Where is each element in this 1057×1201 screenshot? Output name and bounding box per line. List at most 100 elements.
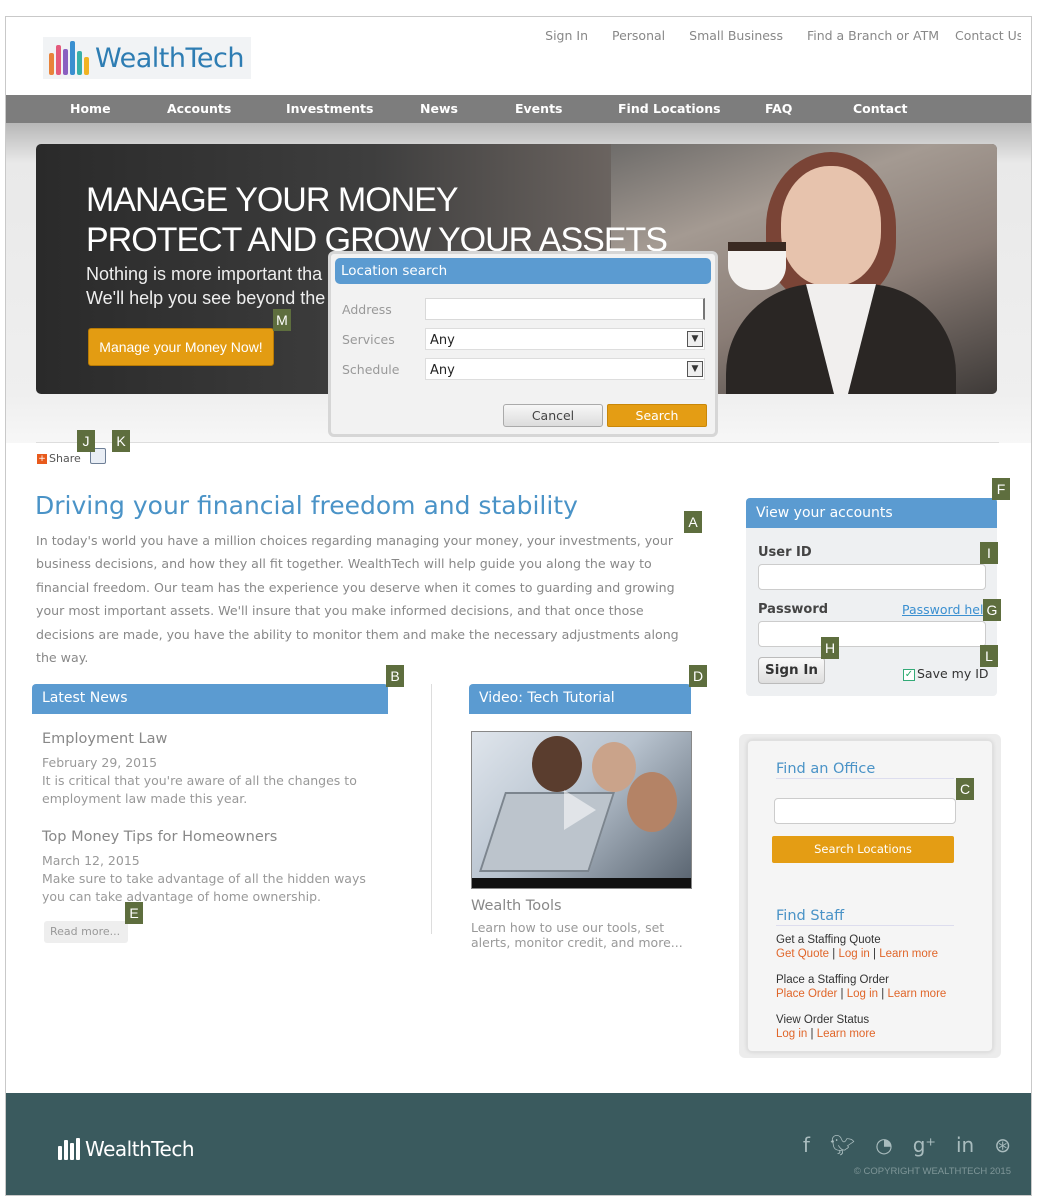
- social-links: f 🐦︎ ◔ g⁺ in ⊛: [803, 1133, 1011, 1157]
- services-value: Any: [430, 333, 455, 348]
- chevron-down-icon[interactable]: ▼: [687, 361, 703, 377]
- video-controls[interactable]: [472, 878, 691, 888]
- location-search-dialog: Location search Address Services Any ▼ S…: [328, 251, 718, 437]
- marker-k: K: [112, 430, 130, 452]
- search-button[interactable]: Search: [607, 404, 707, 427]
- services-select[interactable]: Any ▼: [425, 328, 705, 350]
- cancel-button[interactable]: Cancel: [503, 404, 603, 427]
- schedule-value: Any: [430, 363, 455, 378]
- twitter-icon[interactable]: 🐦︎: [830, 1133, 855, 1157]
- staff-group-links-3: Log in | Learn more: [776, 1028, 876, 1040]
- top-links: Sign In Personal Small Business Find a B…: [521, 28, 1021, 43]
- nav-item-contact[interactable]: Contact: [853, 101, 907, 116]
- linkedin-icon[interactable]: in: [956, 1133, 974, 1157]
- log-in-link[interactable]: Log in: [838, 948, 869, 960]
- nav-item-faq[interactable]: FAQ: [765, 101, 792, 116]
- video-title[interactable]: Wealth Tools: [471, 898, 562, 914]
- log-in-link[interactable]: Log in: [776, 1028, 807, 1040]
- marker-l: L: [980, 645, 998, 667]
- play-icon[interactable]: [564, 790, 596, 830]
- top-link-small-business[interactable]: Small Business: [689, 28, 783, 43]
- save-id-checkbox[interactable]: ✓: [903, 669, 915, 681]
- marker-e: E: [125, 902, 143, 924]
- column-divider: [431, 684, 432, 934]
- hero-subtext-line-1: Nothing is more important tha: [86, 264, 323, 284]
- nav-item-accounts[interactable]: Accounts: [167, 101, 231, 116]
- divider: [36, 442, 999, 443]
- chevron-down-icon[interactable]: ▼: [687, 331, 703, 347]
- news-title-1[interactable]: Employment Law: [42, 731, 167, 747]
- marker-i: I: [980, 542, 998, 564]
- password-label: Password: [758, 602, 829, 617]
- nav-item-news[interactable]: News: [420, 101, 458, 116]
- video-thumb-person-1: [532, 736, 582, 792]
- marker-a: A: [684, 511, 702, 533]
- learn-more-link[interactable]: Learn more: [879, 948, 938, 960]
- learn-more-link[interactable]: Learn more: [817, 1028, 876, 1040]
- services-label: Services: [342, 332, 395, 347]
- site-logo[interactable]: WealthTech: [43, 37, 251, 79]
- learn-more-link[interactable]: Learn more: [887, 988, 946, 1000]
- office-search-input[interactable]: [774, 798, 956, 824]
- intro-paragraph: In today's world you have a million choi…: [36, 533, 679, 666]
- top-link-contact[interactable]: Contact Us: [955, 28, 1021, 43]
- hero-photo-face: [781, 166, 881, 286]
- marker-b: B: [386, 665, 404, 687]
- video-player[interactable]: [471, 731, 692, 889]
- nav-item-investments[interactable]: Investments: [286, 101, 373, 116]
- manage-money-button[interactable]: Manage your Money Now!: [88, 328, 274, 366]
- logo-bars-icon: [49, 41, 89, 75]
- latest-news-header: Latest News: [32, 684, 388, 714]
- log-in-link[interactable]: Log in: [847, 988, 878, 1000]
- nav-item-find-locations[interactable]: Find Locations: [618, 101, 721, 116]
- schedule-select[interactable]: Any ▼: [425, 358, 705, 380]
- share-plus-icon: +: [37, 453, 47, 464]
- sign-in-button[interactable]: Sign In: [758, 657, 825, 684]
- news-date-1: February 29, 2015: [42, 755, 158, 770]
- news-text-1: It is critical that you're aware of all …: [42, 773, 357, 806]
- footer-logo-text: WealthTech: [85, 1137, 195, 1161]
- top-link-sign-in[interactable]: Sign In: [545, 28, 588, 43]
- nav-item-home[interactable]: Home: [70, 101, 111, 116]
- facebook-icon[interactable]: f: [803, 1133, 810, 1157]
- hero-headline: MANAGE YOUR MONEY PROTECT AND GROW YOUR …: [86, 180, 668, 260]
- user-id-field[interactable]: [758, 564, 986, 590]
- nav-item-events[interactable]: Events: [515, 101, 562, 116]
- marker-c: C: [956, 778, 974, 800]
- password-field[interactable]: [758, 621, 986, 647]
- page-frame: WealthTech Sign In Personal Small Busine…: [5, 16, 1032, 1196]
- copyright: © COPYRIGHT WEALTHTECH 2015: [853, 1166, 1011, 1177]
- password-help-link[interactable]: Password help: [902, 602, 987, 617]
- staff-group-title-1: Get a Staffing Quote: [776, 934, 881, 946]
- main-nav: Home Accounts Investments News Events Fi…: [6, 95, 1031, 123]
- place-order-link[interactable]: Place Order: [776, 988, 837, 1000]
- marker-j: J: [77, 430, 95, 452]
- get-quote-link[interactable]: Get Quote: [776, 948, 829, 960]
- find-staff-title: Find Staff: [776, 908, 954, 926]
- share-label: Share: [49, 452, 81, 465]
- dribbble-icon[interactable]: ⊛: [994, 1133, 1011, 1157]
- google-plus-icon[interactable]: g⁺: [913, 1133, 936, 1157]
- share-button[interactable]: + Share: [37, 452, 81, 465]
- marker-f: F: [992, 478, 1010, 500]
- news-date-2: March 12, 2015: [42, 853, 140, 868]
- top-link-personal[interactable]: Personal: [612, 28, 665, 43]
- read-more-button[interactable]: Read more...: [44, 921, 128, 943]
- top-link-find-branch[interactable]: Find a Branch or ATM: [807, 28, 939, 43]
- rss-icon[interactable]: ◔: [875, 1133, 892, 1157]
- staff-group-title-3: View Order Status: [776, 1014, 870, 1026]
- staff-group-links-2: Place Order | Log in | Learn more: [776, 988, 947, 1000]
- marker-m: M: [273, 309, 291, 331]
- logo-text: WealthTech: [95, 42, 244, 74]
- search-locations-button[interactable]: Search Locations: [772, 836, 954, 863]
- footer: WealthTech f 🐦︎ ◔ g⁺ in ⊛ © COPYRIGHT WE…: [6, 1093, 1031, 1195]
- marker-g: G: [983, 599, 1001, 621]
- accounts-header: View your accounts: [746, 498, 997, 528]
- video-thumb-person-3: [627, 772, 677, 832]
- video-description: Learn how to use our tools, set alerts, …: [471, 920, 683, 950]
- footer-logo[interactable]: WealthTech: [58, 1137, 195, 1161]
- address-label: Address: [342, 302, 392, 317]
- address-input[interactable]: [425, 298, 705, 320]
- news-title-2[interactable]: Top Money Tips for Homeowners: [42, 829, 277, 845]
- staff-group-title-2: Place a Staffing Order: [776, 974, 889, 986]
